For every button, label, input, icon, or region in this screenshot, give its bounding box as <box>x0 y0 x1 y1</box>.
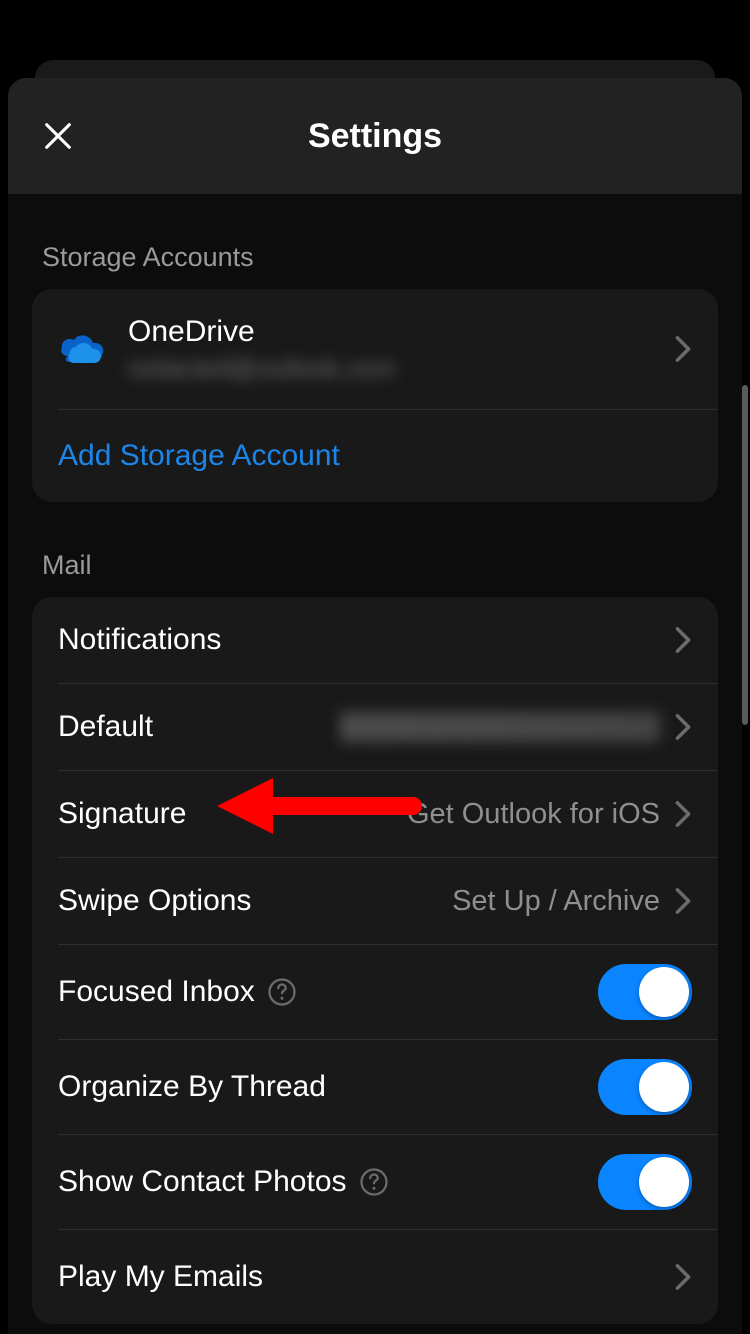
organize-by-thread-label: Organize By Thread <box>58 1070 326 1104</box>
signature-row[interactable]: Signature Get Outlook for iOS <box>32 771 718 857</box>
header-bar: Settings <box>8 78 742 194</box>
close-button[interactable] <box>36 114 80 158</box>
chevron-right-icon <box>674 335 692 363</box>
onedrive-title: OneDrive <box>128 315 674 349</box>
settings-scroll-content[interactable]: Storage Accounts OneDrive redacted@outlo… <box>8 194 742 1334</box>
signature-value: Get Outlook for iOS <box>407 798 660 831</box>
notifications-label: Notifications <box>58 623 221 657</box>
show-contact-photos-row: Show Contact Photos <box>32 1135 718 1229</box>
onedrive-icon <box>58 332 128 366</box>
help-icon[interactable] <box>267 977 297 1007</box>
play-my-emails-label: Play My Emails <box>58 1260 263 1294</box>
swipe-options-row[interactable]: Swipe Options Set Up / Archive <box>32 858 718 944</box>
focused-inbox-toggle[interactable] <box>598 964 692 1020</box>
show-contact-photos-toggle[interactable] <box>598 1154 692 1210</box>
page-title: Settings <box>8 117 742 156</box>
default-label: Default <box>58 710 153 744</box>
swipe-options-label: Swipe Options <box>58 884 251 918</box>
chevron-right-icon <box>674 1263 692 1291</box>
mail-settings-card: Notifications Default Signature Get Ou <box>32 597 718 1324</box>
settings-sheet: Settings Storage Accounts OneDrive redac… <box>8 78 742 1334</box>
default-value <box>340 712 660 742</box>
organize-by-thread-row: Organize By Thread <box>32 1040 718 1134</box>
chevron-right-icon <box>674 626 692 654</box>
onedrive-email: redacted@outlook.com <box>128 353 674 384</box>
focused-inbox-row: Focused Inbox <box>32 945 718 1039</box>
organize-by-thread-toggle[interactable] <box>598 1059 692 1115</box>
section-label-storage: Storage Accounts <box>42 242 718 273</box>
default-account-row[interactable]: Default <box>32 684 718 770</box>
focused-inbox-label: Focused Inbox <box>58 975 255 1009</box>
storage-accounts-card: OneDrive redacted@outlook.com Add Storag… <box>32 289 718 502</box>
notifications-row[interactable]: Notifications <box>32 597 718 683</box>
section-label-mail: Mail <box>42 550 718 581</box>
scrollbar[interactable] <box>742 385 748 725</box>
chevron-right-icon <box>674 800 692 828</box>
show-contact-photos-label: Show Contact Photos <box>58 1165 347 1199</box>
chevron-right-icon <box>674 713 692 741</box>
play-my-emails-row[interactable]: Play My Emails <box>32 1230 718 1324</box>
swipe-options-value: Set Up / Archive <box>452 885 660 918</box>
onedrive-row[interactable]: OneDrive redacted@outlook.com <box>32 289 718 409</box>
close-icon <box>41 119 75 153</box>
add-storage-account-label: Add Storage Account <box>58 439 340 473</box>
signature-label: Signature <box>58 797 186 831</box>
add-storage-account-row[interactable]: Add Storage Account <box>32 410 718 502</box>
chevron-right-icon <box>674 887 692 915</box>
help-icon[interactable] <box>359 1167 389 1197</box>
